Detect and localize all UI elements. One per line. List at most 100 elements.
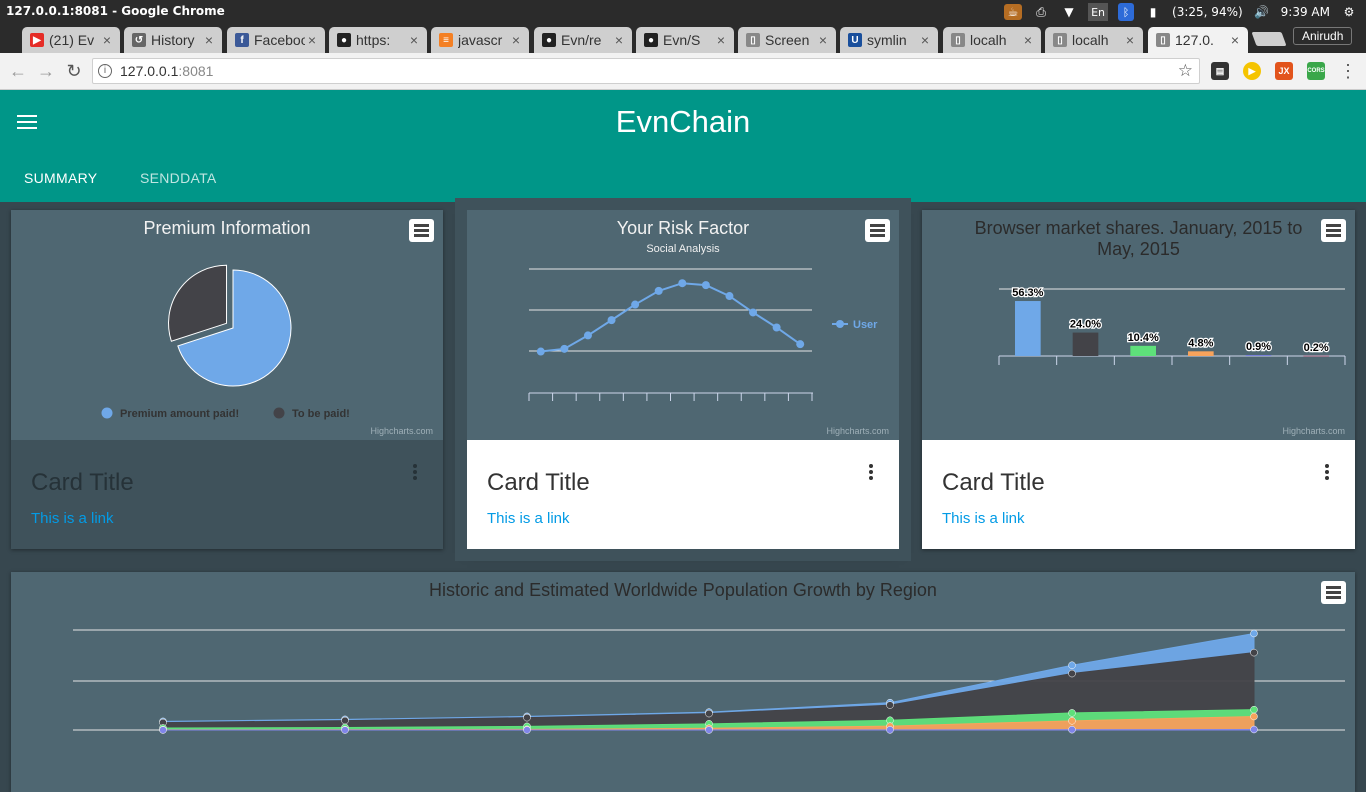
data-point: [1069, 670, 1076, 677]
close-tab-icon[interactable]: ×: [509, 32, 523, 48]
browser-tab[interactable]: ▶ (21) Ev×: [22, 27, 120, 53]
caffeine-icon[interactable]: ☕: [1004, 4, 1022, 20]
settings-gear-icon[interactable]: ⚙: [1340, 4, 1358, 20]
close-tab-icon[interactable]: ×: [305, 32, 319, 48]
battery-status: (3:25, 94%): [1172, 5, 1243, 19]
browser-tab[interactable]: ▯localh×: [943, 27, 1041, 53]
legend-label: Premium amount paid!: [120, 408, 239, 420]
card-body: Card Title This is a link: [11, 440, 443, 549]
new-tab-button[interactable]: [1251, 32, 1286, 46]
browser-tab[interactable]: Usymlin×: [840, 27, 938, 53]
data-point: [702, 281, 710, 289]
volume-icon[interactable]: 🔊: [1253, 4, 1271, 20]
chrome-menu-icon[interactable]: ⋮: [1336, 59, 1360, 83]
more-vert-icon[interactable]: [1325, 464, 1329, 482]
card-body: Card Title This is a link: [922, 440, 1355, 549]
close-tab-icon[interactable]: ×: [100, 32, 114, 48]
browser-tab[interactable]: ●Evn/re×: [534, 27, 632, 53]
browser-tab[interactable]: ↺History×: [124, 27, 222, 53]
browser-tab[interactable]: ≡javascr×: [431, 27, 529, 53]
jx-extension-icon[interactable]: JX: [1275, 62, 1293, 80]
browser-bar-chart: Browser market shares. January, 2015 to …: [922, 210, 1355, 440]
legend-label: To be paid!: [292, 408, 350, 420]
reload-icon[interactable]: ↻: [62, 59, 86, 83]
data-point: [796, 340, 804, 348]
data-point: [342, 717, 349, 724]
browser-tab[interactable]: ●Evn/S×: [636, 27, 734, 53]
browser-tab[interactable]: fFacebook×: [227, 27, 325, 53]
data-point: [342, 726, 349, 733]
data-point: [608, 316, 616, 324]
data-point: [773, 323, 781, 331]
close-tab-icon[interactable]: ×: [1123, 32, 1137, 48]
bar: [1188, 351, 1214, 356]
tab-title: localh: [1072, 32, 1123, 48]
card-title: Card Title: [31, 469, 134, 497]
browser-tab[interactable]: ▯Screen×: [738, 27, 836, 53]
bar: [1246, 355, 1272, 356]
card-body: Card Title This is a link: [467, 440, 899, 549]
tab-summary[interactable]: SUMMARY: [24, 170, 97, 186]
close-tab-icon[interactable]: ×: [612, 32, 626, 48]
profile-button[interactable]: Anirudh: [1293, 27, 1352, 45]
bookmark-star-icon[interactable]: ☆: [1178, 61, 1193, 81]
data-point: [1251, 726, 1258, 733]
play-extension-icon[interactable]: ▶: [1243, 62, 1261, 80]
chart-credits[interactable]: Highcharts.com: [1282, 426, 1345, 436]
youtube-icon: ▶: [30, 33, 44, 47]
clock[interactable]: 9:39 AM: [1281, 5, 1330, 19]
data-point: [1251, 649, 1258, 656]
data-point: [1069, 717, 1076, 724]
browser-tab-strip: ▶(21) Ev×↺History×fFacebook×●https:×≡jav…: [0, 24, 1366, 53]
tab-title: localh: [970, 32, 1021, 48]
data-label: 0.9%: [1246, 341, 1271, 353]
card-link[interactable]: This is a link: [487, 510, 570, 527]
bluetooth-icon[interactable]: ᛒ: [1118, 3, 1134, 21]
bar: [1130, 346, 1156, 356]
info-icon[interactable]: i: [98, 64, 112, 78]
battery-icon[interactable]: ▮: [1144, 4, 1162, 20]
more-vert-icon[interactable]: [869, 464, 873, 482]
data-point: [1251, 713, 1258, 720]
card-title: Card Title: [942, 469, 1045, 497]
back-arrow-icon[interactable]: ←: [6, 59, 30, 83]
keyboard-layout[interactable]: En: [1088, 3, 1108, 21]
wifi-icon[interactable]: ▼: [1060, 4, 1078, 20]
premium-card: Premium Information Premium amount paid!…: [11, 210, 443, 549]
browser-tab[interactable]: ▯ localh×: [1045, 27, 1143, 53]
bar-plot: 56.3%24.0%10.4%4.8%0.9%0.2%: [922, 210, 1355, 440]
card-title: Card Title: [487, 469, 590, 497]
os-top-bar: 127.0.0.1:8081 - Google Chrome ☕ ⎙ ▼ En …: [0, 0, 1366, 24]
chart-credits[interactable]: Highcharts.com: [370, 426, 433, 436]
chart-credits[interactable]: Highcharts.com: [826, 426, 889, 436]
page-icon: ▯: [1053, 33, 1067, 47]
browser-toolbar: ← → ↻ i 127.0.0.1:8081 ☆ ▤ ▶ JX CORS ⋮: [0, 53, 1366, 90]
data-point: [1069, 662, 1076, 669]
data-point: [631, 301, 639, 309]
cors-extension-icon[interactable]: CORS: [1307, 62, 1325, 80]
app-title: EvnChain: [0, 104, 1366, 140]
close-tab-icon[interactable]: ×: [714, 32, 728, 48]
close-tab-icon[interactable]: ×: [1228, 32, 1242, 48]
close-tab-icon[interactable]: ×: [407, 32, 421, 48]
bar: [1015, 301, 1041, 356]
close-tab-icon[interactable]: ×: [816, 32, 830, 48]
card-link[interactable]: This is a link: [942, 510, 1025, 527]
film-extension-icon[interactable]: ▤: [1211, 62, 1229, 80]
card-link[interactable]: This is a link: [31, 510, 114, 527]
close-tab-icon[interactable]: ×: [1021, 32, 1035, 48]
address-bar[interactable]: i 127.0.0.1:8081 ☆: [92, 58, 1200, 84]
legend-label: User: [853, 319, 878, 331]
legend-marker: [102, 408, 113, 419]
tab-title: (21) Ev: [49, 32, 100, 48]
tab-senddata[interactable]: SENDDATA: [140, 170, 217, 186]
bar: [1303, 356, 1329, 357]
printer-icon[interactable]: ⎙: [1032, 4, 1050, 20]
browser-tab[interactable]: ▯127.0.×: [1148, 27, 1248, 53]
close-tab-icon[interactable]: ×: [918, 32, 932, 48]
url-text[interactable]: 127.0.0.1:8081: [120, 63, 213, 79]
close-tab-icon[interactable]: ×: [202, 32, 216, 48]
more-vert-icon[interactable]: [413, 464, 417, 482]
browser-tab[interactable]: ●https:×: [329, 27, 427, 53]
forward-arrow-icon[interactable]: →: [34, 59, 58, 83]
